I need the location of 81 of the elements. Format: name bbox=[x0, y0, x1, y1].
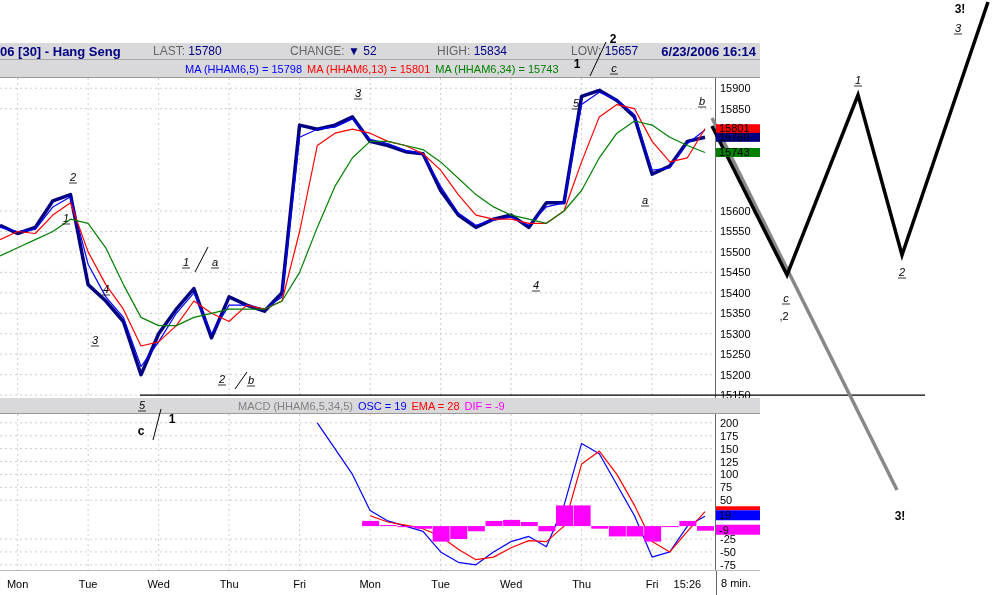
axis-label: 15600 bbox=[720, 205, 751, 217]
legend-entry: MA (HHAM6,34) = 15743 bbox=[435, 62, 559, 75]
bar bbox=[679, 520, 697, 527]
wave-label: 4 bbox=[531, 279, 541, 292]
quote-stat: HIGH: 15834 bbox=[437, 44, 509, 58]
slash-mark bbox=[234, 371, 248, 390]
axis-label: 15300 bbox=[720, 327, 751, 340]
axis-label: Tue bbox=[78, 577, 98, 590]
axis-label: 15450 bbox=[720, 266, 751, 279]
wave-label: 5 bbox=[571, 97, 581, 110]
quote-stat: CHANGE: ▼ 52 bbox=[290, 44, 378, 58]
bar bbox=[538, 526, 556, 532]
axis-label: Thu bbox=[572, 577, 592, 590]
chart-title: MACD (HHAM6,5,34,5) bbox=[238, 399, 353, 412]
axis-label: 15850 bbox=[720, 102, 751, 115]
axis-label: 15200 bbox=[720, 368, 751, 381]
quote-stat: LOW: 15657 bbox=[571, 44, 640, 58]
axis-label: Wed bbox=[499, 577, 523, 590]
wave-label: b bbox=[246, 374, 256, 387]
wave-label: 3 bbox=[953, 22, 963, 35]
wave-label: 1 bbox=[61, 212, 71, 225]
axis-label: 15400 bbox=[720, 286, 751, 299]
axis-label: 15250 bbox=[720, 348, 751, 361]
axis-label: Wed bbox=[147, 577, 170, 590]
wave-label: 2 bbox=[68, 171, 78, 184]
axis-label: Mon bbox=[359, 577, 381, 590]
wave-label: 5 bbox=[137, 399, 147, 412]
wave-label: 3 bbox=[90, 334, 100, 347]
axis-label: -25 bbox=[720, 533, 736, 545]
legend-entry: DIF = -9 bbox=[464, 399, 505, 412]
axis-label: 15550 bbox=[720, 225, 751, 238]
axis-label: Tue bbox=[431, 577, 450, 590]
wave-label: 2 bbox=[897, 266, 907, 279]
legend-entry: MA (HHAM6,5) = 15798 bbox=[185, 62, 303, 75]
wave-label: 1 bbox=[181, 256, 191, 269]
wave-label: 1 bbox=[168, 412, 176, 426]
legend-entry: OSC = 19 bbox=[357, 399, 407, 412]
wave-label: a bbox=[210, 256, 220, 269]
wave-label: 3! bbox=[954, 2, 966, 16]
wave-label: 2 bbox=[609, 32, 617, 46]
wave-label: a bbox=[640, 194, 650, 207]
wave-label: 2 bbox=[217, 373, 227, 386]
wave-label: 3 bbox=[353, 87, 363, 100]
wave-label: c bbox=[609, 62, 619, 75]
axis-label: Fri bbox=[645, 577, 659, 590]
chart-title: 06 [30] - Hang Seng bbox=[0, 43, 122, 59]
axis-label: 150 bbox=[720, 442, 739, 455]
slash-mark bbox=[194, 246, 209, 273]
quote-stat: LAST: 15780 bbox=[153, 44, 223, 58]
value-tag: 19 bbox=[716, 509, 760, 522]
axis-label: 175 bbox=[720, 429, 739, 442]
interval-label: 8 min. bbox=[720, 577, 751, 589]
axis-label: -75 bbox=[720, 558, 736, 570]
axis-label: Fri bbox=[293, 577, 307, 590]
axis-label: 15500 bbox=[720, 245, 751, 258]
axis-label: Mon bbox=[6, 577, 29, 590]
legend-entry: EMA = 28 bbox=[411, 399, 460, 412]
axis-label: 15900 bbox=[720, 82, 751, 95]
wave-label: b bbox=[697, 95, 707, 108]
price-tag: 15743 bbox=[716, 146, 760, 158]
wave-label: 1 bbox=[573, 57, 581, 71]
axis-label: 15350 bbox=[720, 307, 751, 320]
value-tag: -9 bbox=[716, 523, 760, 536]
price-tag: 15801 bbox=[716, 122, 760, 135]
axis-label: 15:26 bbox=[673, 577, 702, 590]
axis-label: Thu bbox=[219, 577, 239, 590]
wave-label: c bbox=[137, 424, 145, 438]
axis-label: 200 bbox=[720, 416, 739, 429]
legend-entry: MA (HHAM6,13) = 15801 bbox=[307, 62, 431, 75]
axis-label: 100 bbox=[720, 468, 739, 481]
wave-label: 1 bbox=[853, 74, 863, 87]
wave-label: ,2 bbox=[779, 310, 789, 322]
wave-label: c bbox=[781, 292, 791, 305]
bar bbox=[697, 526, 714, 531]
date-time: 6/23/2006 16:14 bbox=[661, 43, 757, 59]
axis-label: 125 bbox=[720, 455, 739, 468]
wave-label: 3! bbox=[894, 509, 906, 523]
slash-mark bbox=[152, 408, 162, 441]
axis-label: 50 bbox=[720, 494, 733, 507]
axis-label: -50 bbox=[720, 545, 736, 558]
axis-label: 75 bbox=[720, 481, 733, 494]
